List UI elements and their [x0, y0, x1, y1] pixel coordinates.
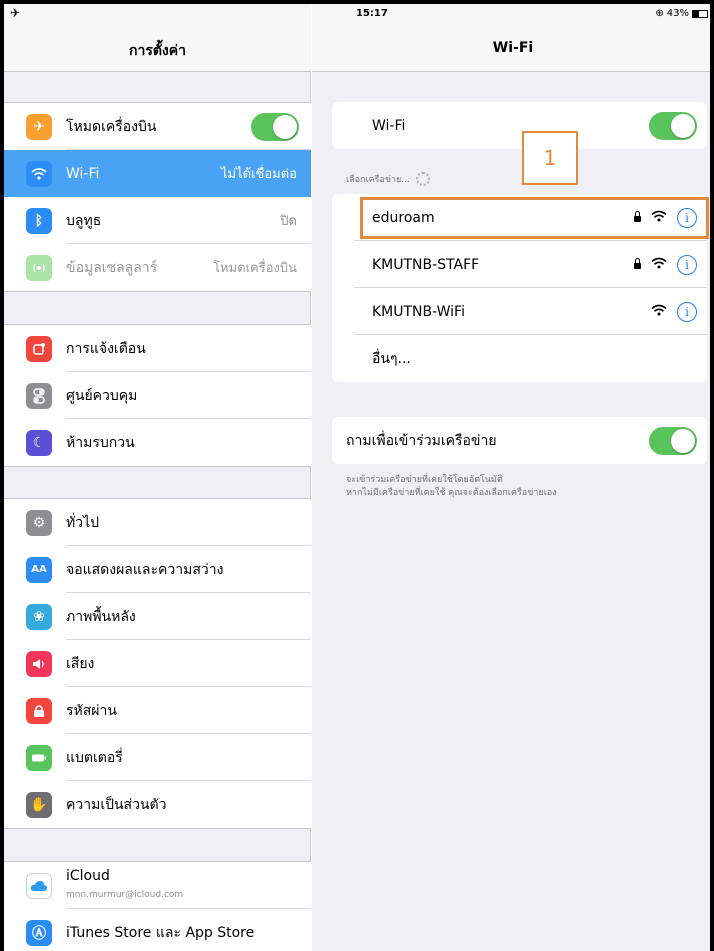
- sidebar-item-label: ความเป็นส่วนตัว: [66, 796, 167, 813]
- status-time: 15:17: [356, 8, 388, 19]
- sidebar-item-label: รหัสผ่าน: [66, 702, 117, 719]
- ask-join-row[interactable]: ถามเพื่อเข้าร่วมเครือข่าย: [332, 417, 707, 464]
- wallpaper-icon: ❀: [26, 603, 52, 630]
- sidebar-item-display[interactable]: AA จอแสดงผลและความสว่าง: [4, 546, 311, 593]
- sidebar-item-label: เสียง: [66, 655, 95, 672]
- wifi-status-value: ไม่ได้เชื่อมต่อ: [221, 167, 297, 182]
- hand-icon: ✋: [26, 791, 52, 818]
- ask-join-note-line2: หากไม่มีเครือข่ายที่เคยใช้ คุณจะต้องเลือ…: [346, 488, 557, 498]
- wifi-signal-icon: [651, 304, 667, 320]
- battery-percent: 43%: [666, 8, 689, 19]
- sidebar-item-control-center[interactable]: ศูนย์ควบคุม: [4, 372, 311, 419]
- step-callout: 1: [522, 131, 578, 185]
- sidebar-item-label: แบตเตอรี่: [66, 749, 123, 766]
- sidebar-item-label: การแจ้งเตือน: [66, 340, 146, 357]
- sidebar-item-label: บลูทูธ: [66, 212, 102, 229]
- sidebar-item-label: จอแสดงผลและความสว่าง: [66, 561, 224, 578]
- ask-join-toggle[interactable]: [649, 426, 697, 455]
- sidebar-item-label: ทั่วไป: [66, 514, 100, 531]
- display-icon: AA: [26, 556, 52, 583]
- wifi-icon: [26, 160, 52, 187]
- sidebar-item-sounds[interactable]: เสียง: [4, 640, 311, 687]
- battery-status-icon: [692, 9, 708, 18]
- wifi-toggle-label: Wi-Fi: [372, 117, 406, 134]
- battery-icon: [26, 744, 52, 771]
- other-network-label: อื่นๆ...: [372, 350, 411, 367]
- bluetooth-status-value: ปิด: [280, 214, 297, 229]
- eduroam-highlight-box: [360, 197, 709, 239]
- network-name: KMUTNB-WiFi: [372, 303, 465, 320]
- wifi-toggle-switch[interactable]: [649, 111, 697, 140]
- sound-icon: [26, 650, 52, 677]
- settings-sidebar: การตั้งค่า ✈ โหมดเครื่องบิน Wi-Fi ไม่ได้…: [4, 4, 311, 951]
- sidebar-item-passcode[interactable]: รหัสผ่าน: [4, 687, 311, 734]
- sidebar-item-icloud[interactable]: iCloud mnn.murmur@icloud.com: [4, 862, 311, 909]
- control-center-icon: [26, 382, 52, 409]
- info-icon[interactable]: i: [677, 254, 697, 275]
- sidebar-item-bluetooth[interactable]: ᛒ บลูทูธ ปิด: [4, 197, 311, 244]
- accounts-group: iCloud mnn.murmur@icloud.com Ⓐ iTunes St…: [4, 861, 311, 951]
- status-bar: ✈ 15:17 ⊕ 43%: [4, 4, 710, 26]
- orientation-lock-icon: ⊕: [655, 8, 664, 19]
- sidebar-item-label: ศูนย์ควบคุม: [66, 387, 138, 404]
- sidebar-item-do-not-disturb[interactable]: ☾ ห้ามรบกวน: [4, 419, 311, 466]
- wifi-toggle-card: Wi-Fi: [332, 102, 707, 149]
- cellular-status-value: โหมดเครื่องบิน: [213, 261, 297, 276]
- notifications-icon: [26, 335, 52, 362]
- moon-icon: ☾: [26, 429, 52, 456]
- sidebar-title: การตั้งค่า: [128, 43, 186, 59]
- sidebar-item-airplane-mode[interactable]: ✈ โหมดเครื่องบิน: [4, 103, 311, 150]
- network-row-kmutnb-wifi[interactable]: KMUTNB-WiFi i: [332, 288, 707, 335]
- sidebar-item-label: Wi-Fi: [66, 165, 100, 182]
- sidebar-item-label: ข้อมูลเซลลูลาร์: [66, 259, 158, 276]
- notifications-group: การแจ้งเตือน ศูนย์ควบคุม ☾ ห้ามรบกวน: [4, 324, 311, 467]
- wifi-detail-pane: Wi-Fi Wi-Fi เลือกเครือข่าย... eduroam i: [312, 4, 710, 951]
- lock-icon: [634, 258, 641, 269]
- appstore-icon: Ⓐ: [26, 919, 52, 946]
- sidebar-item-general[interactable]: ⚙ ทั่วไป: [4, 499, 311, 546]
- ask-join-note-line1: จะเข้าร่วมเครือข่ายที่เคยใช้โดยอัตโนมัติ: [346, 475, 503, 485]
- wifi-toggle-row[interactable]: Wi-Fi: [332, 102, 707, 149]
- sidebar-item-privacy[interactable]: ✋ ความเป็นส่วนตัว: [4, 781, 311, 828]
- general-group: ⚙ ทั่วไป AA จอแสดงผลและความสว่าง ❀ ภาพพื…: [4, 498, 311, 829]
- network-name: KMUTNB-STAFF: [372, 256, 480, 273]
- wifi-signal-icon: [651, 257, 667, 273]
- icloud-account-email: mnn.murmur@icloud.com: [66, 890, 184, 900]
- sidebar-item-label: ห้ามรบกวน: [66, 434, 135, 451]
- connectivity-group: ✈ โหมดเครื่องบิน Wi-Fi ไม่ได้เชื่อมต่อ ᛒ…: [4, 102, 311, 292]
- sidebar-item-battery[interactable]: แบตเตอรี่: [4, 734, 311, 781]
- sidebar-item-wallpaper[interactable]: ❀ ภาพพื้นหลัง: [4, 593, 311, 640]
- sidebar-item-wifi[interactable]: Wi-Fi ไม่ได้เชื่อมต่อ: [4, 150, 311, 197]
- lock-icon: [26, 697, 52, 724]
- network-row-other[interactable]: อื่นๆ...: [332, 335, 707, 382]
- network-row-kmutnb-staff[interactable]: KMUTNB-STAFF i: [332, 241, 707, 288]
- sidebar-item-label: iCloud: [66, 868, 110, 884]
- ask-join-card: ถามเพื่อเข้าร่วมเครือข่าย: [332, 417, 707, 464]
- sidebar-item-label: iTunes Store และ App Store: [66, 924, 255, 941]
- info-icon[interactable]: i: [677, 301, 697, 322]
- ask-join-label: ถามเพื่อเข้าร่วมเครือข่าย: [346, 432, 497, 449]
- airplane-icon: ✈: [26, 113, 52, 140]
- bluetooth-icon: ᛒ: [26, 207, 52, 234]
- sidebar-item-label: โหมดเครื่องบิน: [66, 118, 157, 135]
- sidebar-item-cellular[interactable]: ข้อมูลเซลลูลาร์ โหมดเครื่องบิน: [4, 244, 311, 291]
- ask-join-note: จะเข้าร่วมเครือข่ายที่เคยใช้โดยอัตโนมัติ…: [346, 474, 557, 500]
- choose-network-label: เลือกเครือข่าย...: [346, 175, 410, 185]
- sidebar-item-itunes-app-store[interactable]: Ⓐ iTunes Store และ App Store: [4, 909, 311, 951]
- cellular-icon: [26, 254, 52, 281]
- loading-spinner-icon: [415, 172, 430, 186]
- airplane-mode-status-icon: ✈: [10, 6, 21, 20]
- choose-network-header: เลือกเครือข่าย...: [346, 172, 430, 186]
- sidebar-item-notifications[interactable]: การแจ้งเตือน: [4, 325, 311, 372]
- sidebar-item-label: ภาพพื้นหลัง: [66, 608, 136, 625]
- detail-title: Wi-Fi: [492, 40, 534, 56]
- gear-icon: ⚙: [26, 509, 52, 536]
- airplane-mode-toggle[interactable]: [251, 112, 299, 141]
- icloud-icon: [26, 872, 52, 899]
